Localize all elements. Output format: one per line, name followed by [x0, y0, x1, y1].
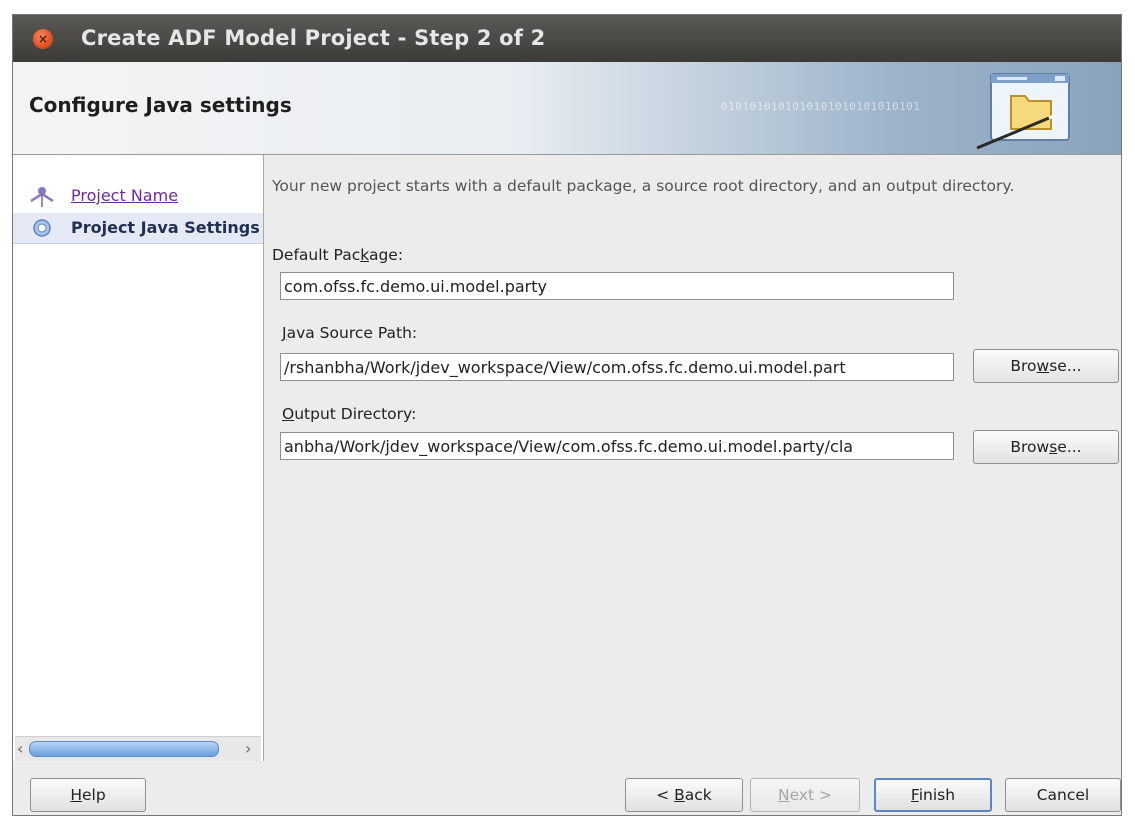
output-directory-browse-button[interactable]: Browse...: [973, 430, 1119, 464]
java-source-path-label: Java Source Path:: [282, 324, 418, 342]
back-button[interactable]: < Back: [625, 778, 743, 812]
wizard-header: Configure Java settings 0101010101010101…: [13, 62, 1121, 155]
person-step-icon: [30, 187, 54, 207]
help-button[interactable]: Help: [30, 778, 146, 812]
steps-panel: Project Name Project Java Settings ‹ ›: [13, 155, 264, 761]
output-directory-label: Output Directory:: [282, 405, 417, 423]
cancel-button[interactable]: Cancel: [1005, 778, 1121, 812]
steps-horizontal-scrollbar[interactable]: ‹ ›: [15, 736, 261, 761]
step-label-java-settings: Project Java Settings: [71, 218, 260, 237]
scroll-left-icon[interactable]: ‹: [17, 739, 23, 758]
step-project-name[interactable]: Project Name: [13, 181, 263, 211]
wizard-dialog: × Create ADF Model Project - Step 2 of 2…: [12, 14, 1122, 816]
step-project-java-settings[interactable]: Project Java Settings: [13, 213, 263, 244]
window-title: Create ADF Model Project - Step 2 of 2: [81, 26, 546, 50]
java-source-browse-button[interactable]: Browse...: [973, 349, 1119, 383]
finish-button[interactable]: Finish: [874, 778, 992, 812]
next-button[interactable]: Next >: [750, 778, 860, 812]
step-label-project-name[interactable]: Project Name: [71, 186, 178, 205]
default-package-label: Default Package:: [272, 246, 404, 264]
default-package-input[interactable]: com.ofss.fc.demo.ui.model.party: [280, 272, 954, 300]
scroll-right-icon[interactable]: ›: [245, 739, 251, 758]
title-bar: × Create ADF Model Project - Step 2 of 2: [13, 15, 1121, 62]
output-directory-input[interactable]: anbha/Work/jdev_workspace/View/com.ofss.…: [280, 432, 954, 460]
scrollbar-thumb[interactable]: [29, 741, 219, 757]
folder-icon: [976, 73, 1070, 150]
java-source-path-input[interactable]: /rshanbha/Work/jdev_workspace/View/com.o…: [280, 353, 954, 381]
header-decoration: 0101010101010101010101010101: [721, 100, 921, 113]
intro-text: Your new project starts with a default p…: [272, 177, 1015, 195]
current-step-icon: [33, 219, 51, 237]
close-icon[interactable]: ×: [33, 29, 53, 49]
page-title: Configure Java settings: [29, 93, 292, 117]
